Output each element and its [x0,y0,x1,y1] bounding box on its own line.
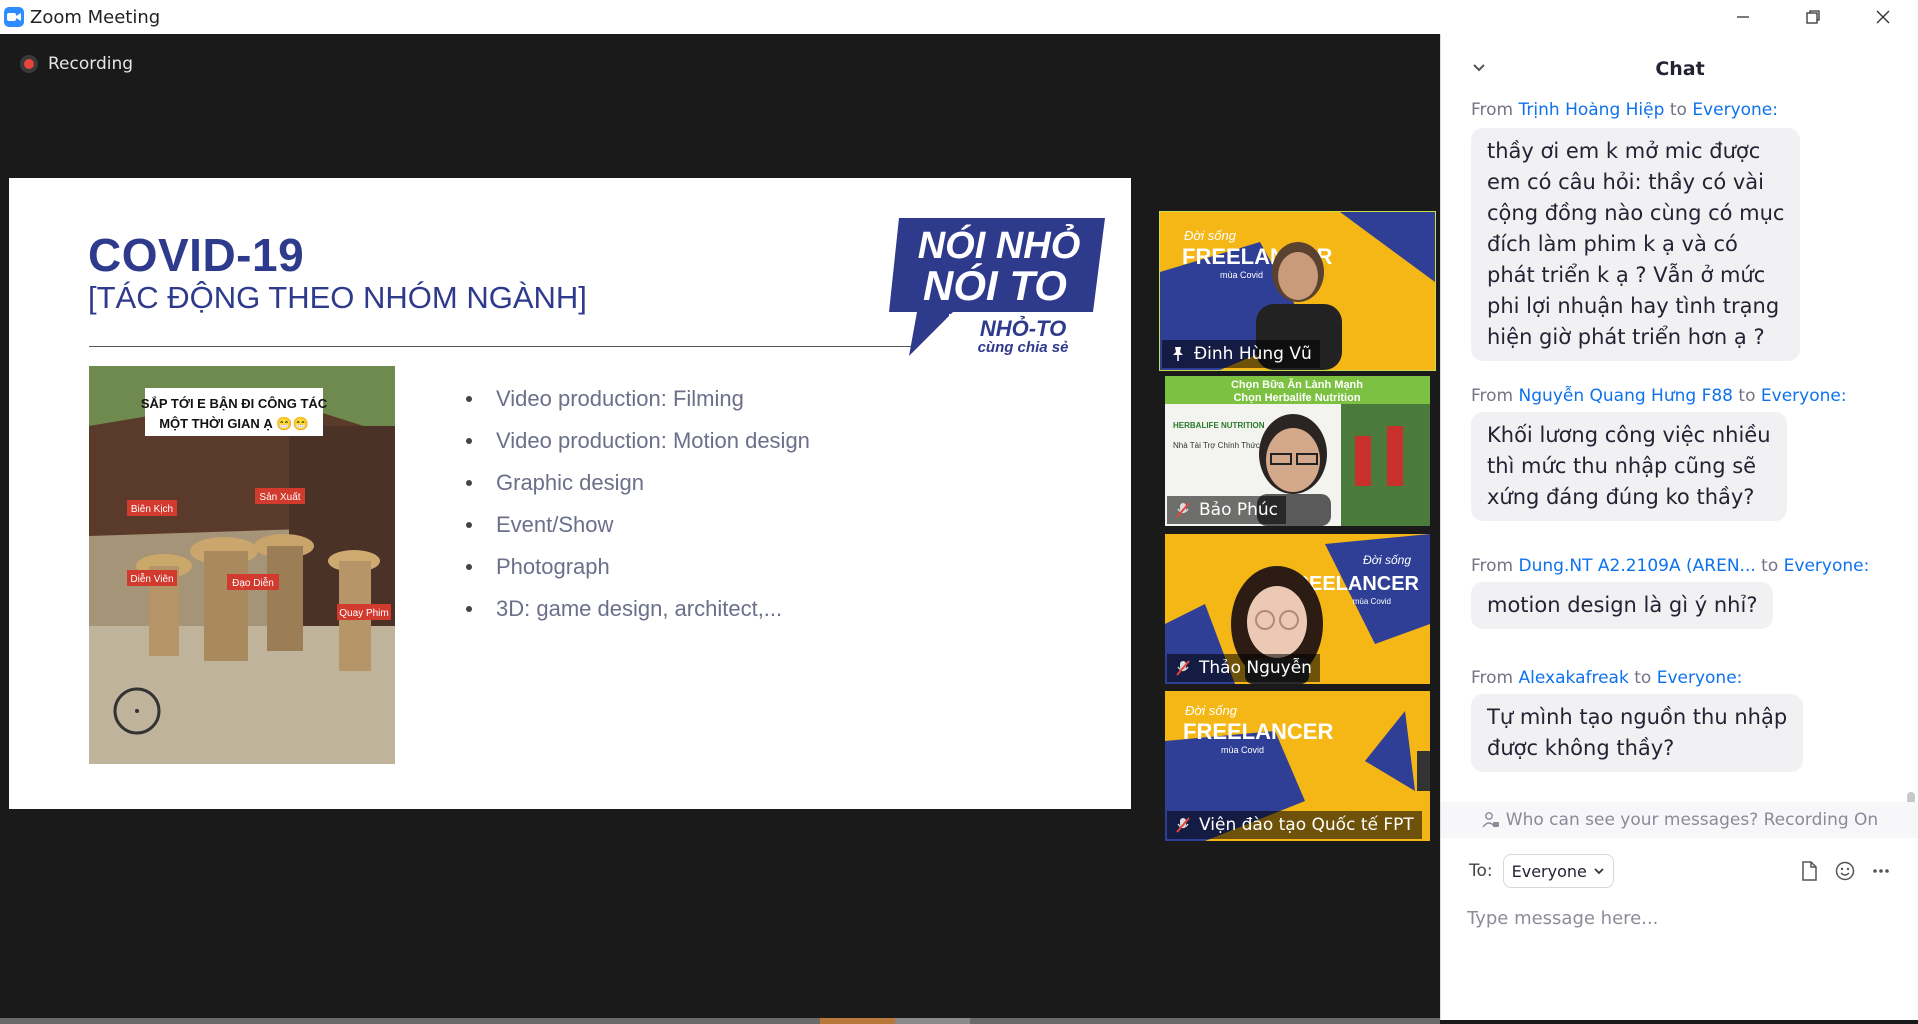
photo-tag-3: Diễn Viên [130,572,173,585]
photo-tag-5: Quay Phim [339,608,388,619]
more-icon[interactable] [1870,860,1892,882]
bullet-item: Video production: Motion design [466,420,810,462]
noi-nho-noi-to-logo: NÓI NHỎ NÓI TO NHỎ-TO cùng chia sẻ [889,218,1105,356]
taskbar-strip [0,1018,1440,1024]
svg-text:Nhà Tài Trợ Chính Thức: Nhà Tài Trợ Chính Thức [1173,441,1260,450]
bullet-item: Graphic design [466,462,810,504]
recipient-dropdown[interactable]: Everyone [1502,854,1614,888]
photo-tag-4: Đạo Diễn [232,576,274,589]
message-sender-line: From Trịnh Hoàng Hiệp to Everyone: [1471,102,1778,120]
sender-name: Trịnh Hoàng Hiệp [1518,102,1665,120]
logo-line4: cùng chia sẻ [978,339,1069,356]
bullet-item: Event/Show [466,504,810,546]
chat-message-bubble: Khối lương công việc nhiều thì mức thu n… [1471,412,1787,521]
slide-subtitle: [TÁC ĐỘNG THEO NHÓM NGÀNH] [88,280,587,315]
svg-text:FREELANCER: FREELANCER [1183,719,1333,744]
recipient-name: Everyone: [1760,386,1847,406]
recipient-name: Everyone: [1783,556,1870,576]
photo-tag-1: Biên Kịch [131,504,173,515]
logo-line1: NÓI NHỎ [918,223,1081,267]
shared-slide: COVID-19 [TÁC ĐỘNG THEO NHÓM NGÀNH] NÓI … [9,178,1131,809]
slide-divider [89,346,911,347]
photo-tag-2: Sản Xuất [259,491,300,503]
recipient-name: Everyone: [1692,102,1778,120]
svg-text:Đời sống: Đời sống [1185,703,1238,718]
window-controls [1708,0,1918,34]
slide-bullet-list: Video production: Filming Video producti… [466,378,810,630]
bullet-item: Photograph [466,546,810,588]
recipient-selected: Everyone [1511,861,1587,881]
chat-panel: Chat From Trịnh Hoàng Hiệp to Everyone: … [1440,34,1918,1020]
to-label: To: [1469,861,1493,881]
message-sender-line: From Nguyễn Quang Hưng F88 to Everyone: [1471,386,1847,406]
logo-line2: NÓI TO [923,262,1067,309]
emoji-icon[interactable] [1834,860,1856,882]
mic-muted-icon [1173,658,1193,678]
privacy-notice[interactable]: Who can see your messages? Recording On [1441,802,1918,838]
svg-text:mùa Covid: mùa Covid [1221,745,1264,755]
bullet-item: 3D: game design, architect,... [466,588,810,630]
participant-name-label: Đinh Hùng Vũ [1162,340,1320,368]
chat-message-bubble: Tự mình tạo nguồn thu nhập được không th… [1471,694,1804,772]
recording-icon [20,55,38,73]
slide-title: COVID-19 [88,229,305,281]
participant-name-label: Viện đào tạo Quốc tế FPT [1167,811,1422,839]
video-tile-bao-phuc[interactable]: Chọn Bữa Ăn Lành Mạnh Chọn Herbalife Nut… [1165,376,1430,526]
svg-text:Chọn Herbalife Nutrition: Chọn Herbalife Nutrition [1233,392,1360,404]
chat-toolbar [1798,860,1892,882]
participant-name-label: Thảo Nguyễn [1167,654,1320,682]
photo-caption-line1: SẮP TỚI E BẬN ĐI CÔNG TÁC [141,396,328,411]
mic-muted-icon [1173,815,1193,835]
privacy-notice-text: Who can see your messages? Recording On [1505,810,1879,830]
message-sender-line: From Dung.NT A2.2109A (AREN... to Everyo… [1471,556,1870,576]
recipient-name: Everyone: [1656,668,1743,688]
sender-name: Nguyễn Quang Hưng F88 [1518,386,1733,406]
bullet-item: Video production: Filming [466,378,810,420]
svg-text:Đời sống: Đời sống [1184,228,1237,243]
chat-message-bubble: thầy ơi em k mở mic được em có câu hỏi: … [1471,128,1801,361]
chat-title: Chat [1655,58,1705,80]
title-bar: Zoom Meeting [0,0,1918,34]
slide-photo: SẮP TỚI E BẬN ĐI CÔNG TÁC MỘT THỜI GIAN … [89,366,395,764]
chat-message-list[interactable]: From Trịnh Hoàng Hiệp to Everyone: thầy … [1441,102,1918,802]
logo-line3: NHỎ-TO [980,316,1066,341]
sender-name: Alexakafreak [1518,668,1629,688]
chat-header: Chat [1441,34,1918,104]
svg-text:mùa Covid: mùa Covid [1353,597,1391,606]
chevron-down-icon [1593,865,1605,877]
recording-label: Recording [48,54,134,74]
file-icon[interactable] [1798,860,1820,882]
close-icon[interactable] [1848,0,1918,34]
chat-message-bubble: motion design là gì ý nhỉ? [1471,582,1774,629]
chat-message-input[interactable] [1467,900,1887,936]
svg-text:Đời sống: Đời sống [1363,553,1411,567]
mic-muted-icon [1173,500,1193,520]
photo-caption-line2: MỘT THỜI GIAN Ạ 😁😁 [159,416,309,431]
minimize-icon[interactable] [1708,0,1778,34]
meeting-area: Recording COVID-19 [TÁC ĐỘNG THEO NHÓM N… [0,34,1440,1020]
restore-icon[interactable] [1778,0,1848,34]
svg-text:HERBALIFE NUTRITION: HERBALIFE NUTRITION [1173,421,1265,430]
participant-name-label: Bảo Phúc [1167,496,1287,524]
svg-text:mùa Covid: mùa Covid [1220,270,1263,280]
window-title: Zoom Meeting [30,6,161,28]
chat-scrollbar[interactable] [1907,792,1915,802]
sender-name: Dung.NT A2.2109A (AREN... [1518,556,1756,576]
video-tile-fpt-institute[interactable]: Đời sống FREELANCER mùa Covid Viện đào t… [1165,691,1430,841]
video-tile-thao-nguyen[interactable]: Đời sống FREELANCER mùa Covid Thảo Nguyễ… [1165,534,1430,684]
recipient-row: To: Everyone [1469,854,1614,888]
person-lock-icon [1482,811,1500,829]
message-sender-line: From Alexakafreak to Everyone: [1471,668,1743,688]
chevron-down-icon[interactable] [1469,58,1489,78]
svg-text:Chọn Bữa Ăn Lành Mạnh: Chọn Bữa Ăn Lành Mạnh [1231,378,1363,391]
recording-indicator[interactable]: Recording [20,54,133,74]
pin-icon [1168,344,1188,364]
video-tile-dinh-hung-vu[interactable]: Đời sống FREELANCER mùa Covid Đinh Hùng … [1159,211,1436,371]
zoom-camera-icon [4,7,24,27]
